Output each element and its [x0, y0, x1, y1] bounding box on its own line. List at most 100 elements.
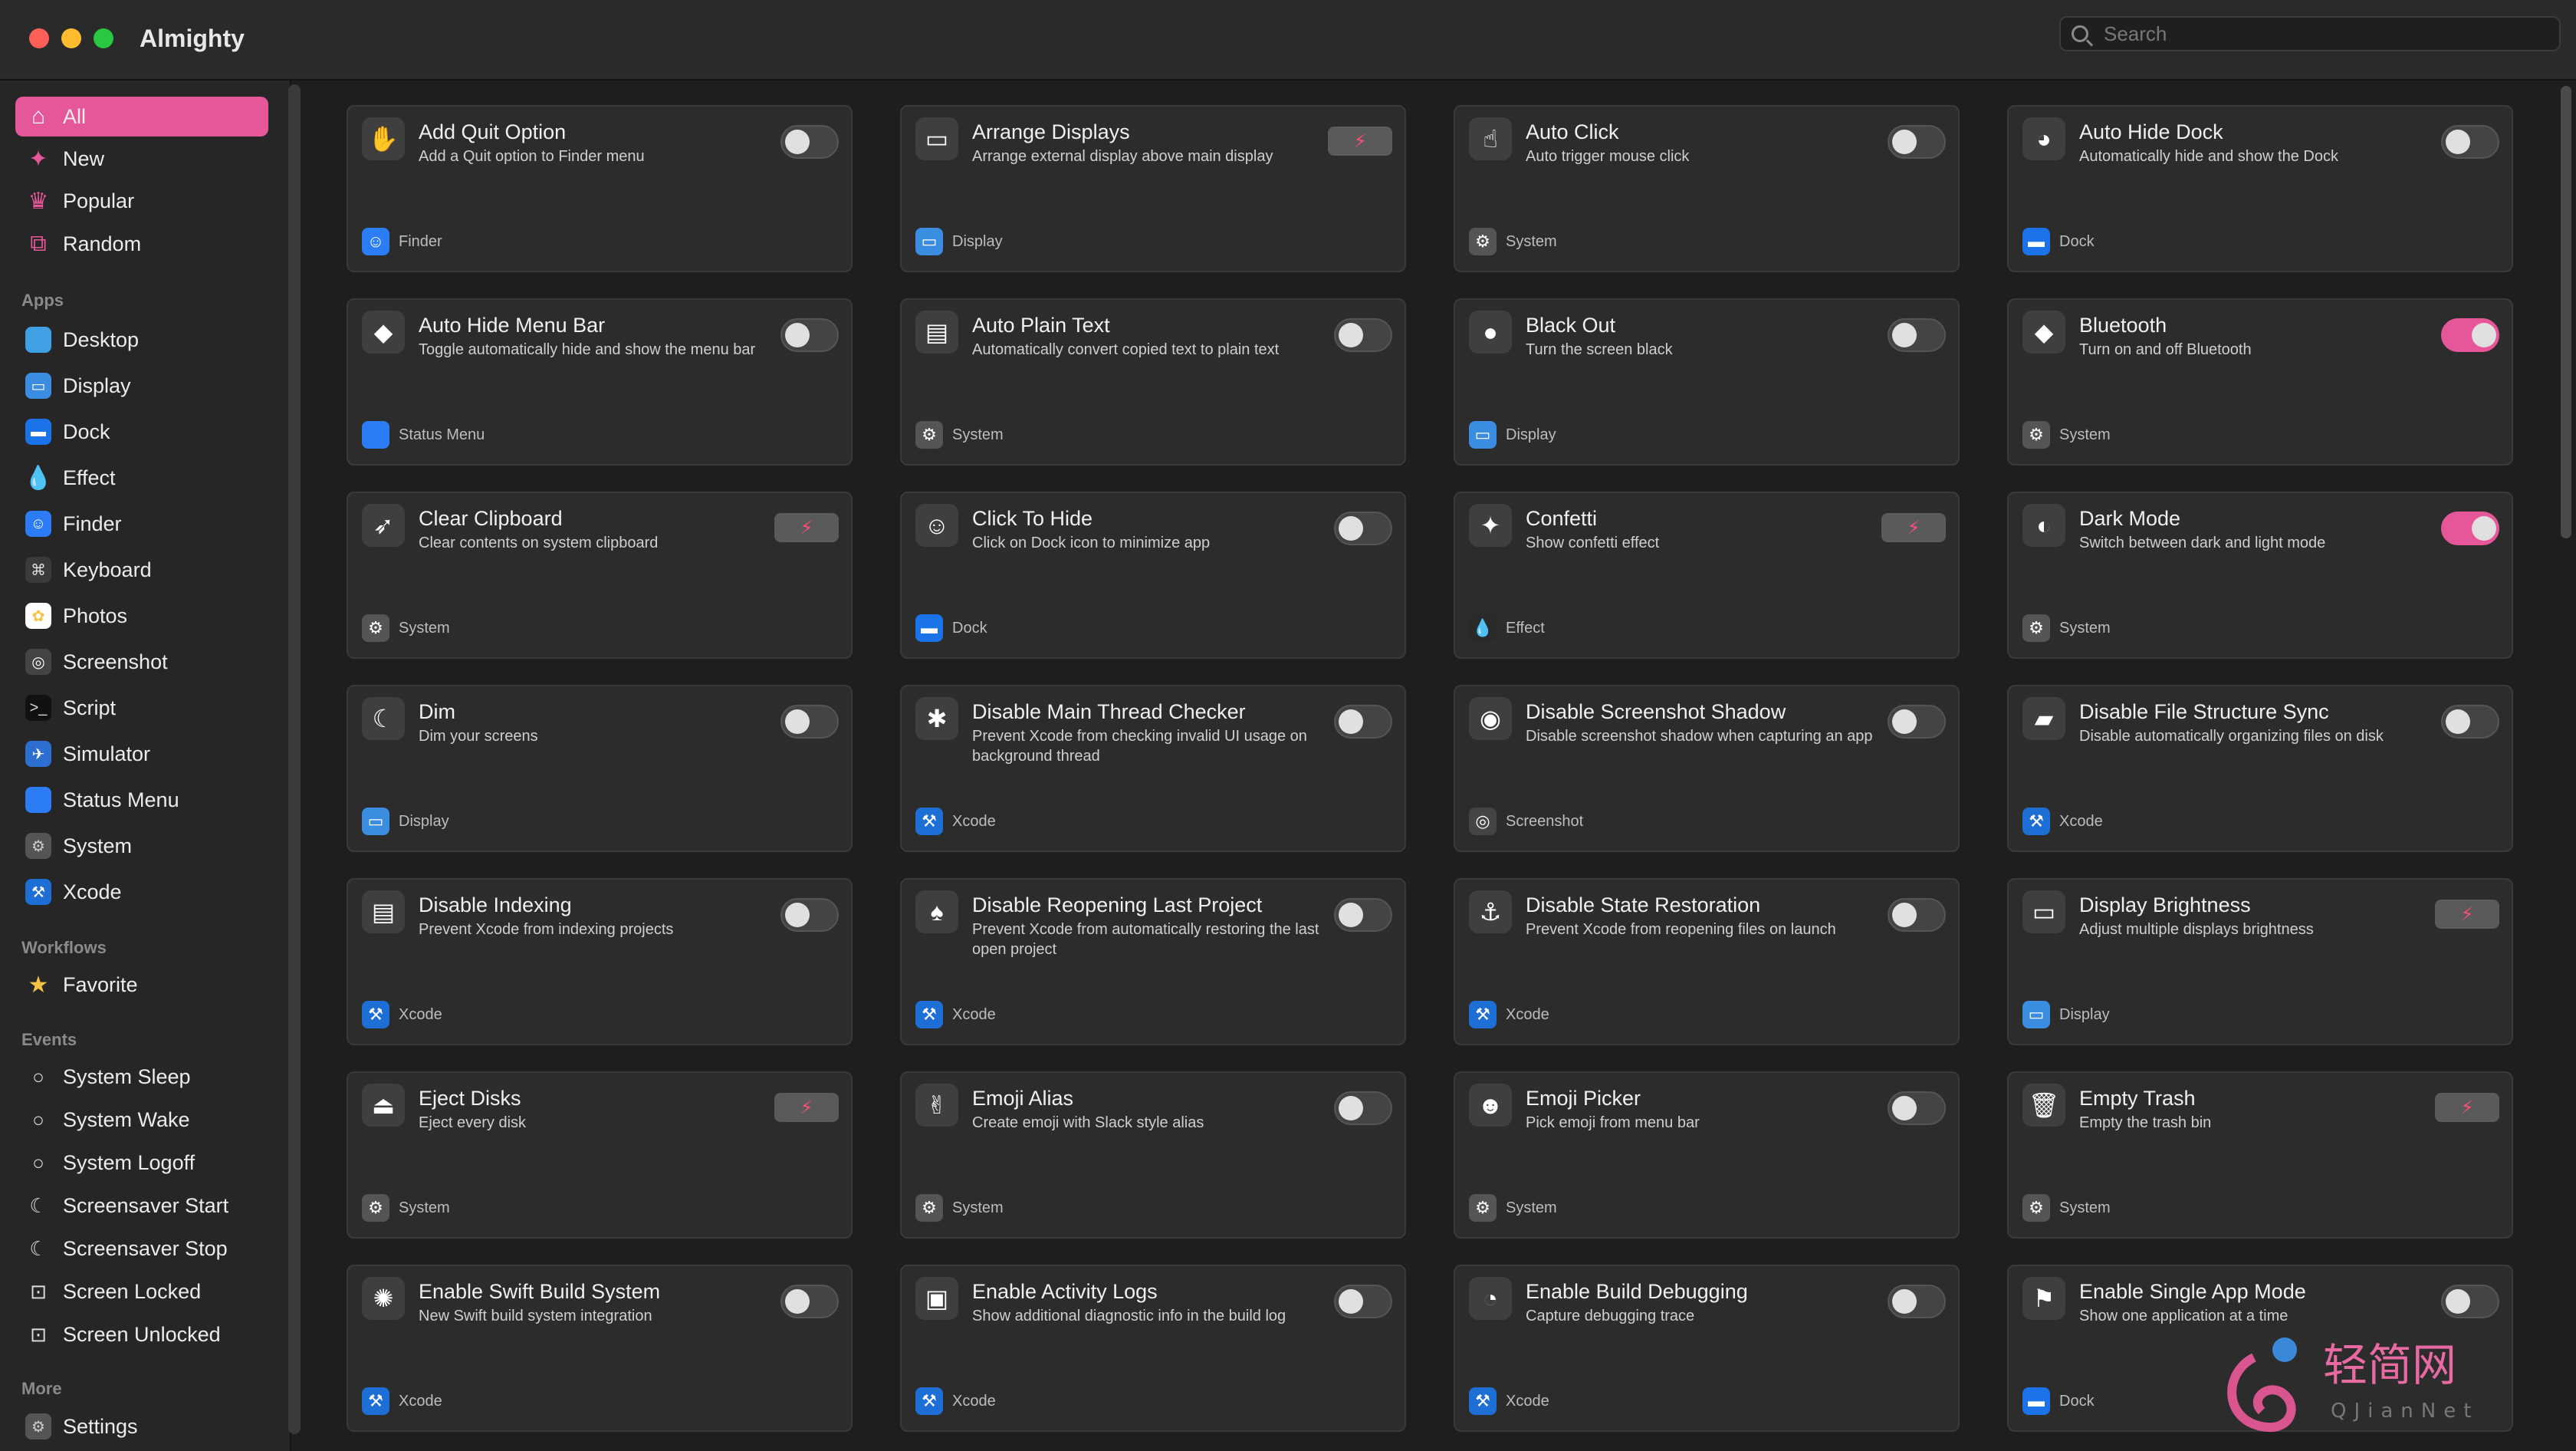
- feature-card-bluetooth[interactable]: ◆ Bluetooth Turn on and off Bluetooth ⚙ Syst…: [2007, 298, 2513, 466]
- feature-card-disable-reopening-last-project[interactable]: ♠ Disable Reopening Last Project Prevent X…: [900, 878, 1406, 1045]
- feature-card-disable-main-thread-checker[interactable]: ✱ Disable Main Thread Checker Prevent Xcod…: [900, 685, 1406, 852]
- feature-card-auto-hide-menu-bar[interactable]: ◆ Auto Hide Menu Bar Toggle automatically …: [347, 298, 853, 466]
- sidebar-item-screensaver-start[interactable]: ☾ Screensaver Start: [15, 1186, 268, 1226]
- sidebar-item-dock[interactable]: ▬ Dock: [15, 412, 268, 452]
- feature-title: Arrange Displays: [972, 120, 1130, 143]
- feature-description: Prevent Xcode from indexing projects: [419, 921, 674, 938]
- feature-toggle[interactable]: [1888, 318, 1946, 352]
- sidebar-item-new[interactable]: ✦ New: [15, 139, 268, 179]
- sidebar-item-popular[interactable]: ♛ Popular: [15, 181, 268, 221]
- feature-card-dark-mode[interactable]: ◐ Dark Mode Switch between dark and light …: [2007, 492, 2513, 659]
- feature-card-emoji-alias[interactable]: ✌ Emoji Alias Create emoji with Slack styl…: [900, 1071, 1406, 1239]
- close-window-button[interactable]: [29, 28, 49, 48]
- search-input[interactable]: [2102, 21, 2535, 47]
- content-scrollbar[interactable]: [2561, 86, 2571, 538]
- feature-toggle[interactable]: [1334, 1285, 1392, 1318]
- sidebar-item-xcode[interactable]: ⚒ Xcode: [15, 872, 268, 912]
- feature-card-add-quit-option[interactable]: ✋ Add Quit Option Add a Quit option to Fin…: [347, 105, 853, 272]
- sidebar-item-keyboard[interactable]: ⌘ Keyboard: [15, 550, 268, 590]
- emoji-icon: ☻: [1469, 1084, 1512, 1127]
- feature-card-disable-screenshot-shadow[interactable]: ◉ Disable Screenshot Shadow Disable screen…: [1454, 685, 1960, 852]
- feature-toggle[interactable]: [1334, 898, 1392, 932]
- feature-toggle[interactable]: [780, 898, 839, 932]
- sidebar-item-simulator[interactable]: ✈ Simulator: [15, 734, 268, 774]
- feature-card-emoji-picker[interactable]: ☻ Emoji Picker Pick emoji from menu bar ⚙ Sy…: [1454, 1071, 1960, 1239]
- title-bar: Almighty: [0, 0, 2576, 81]
- feature-card-disable-state-restoration[interactable]: ⚓ Disable State Restoration Prevent Xcode …: [1454, 878, 1960, 1045]
- feature-toggle[interactable]: [2441, 705, 2499, 739]
- feature-toggle[interactable]: [780, 705, 839, 739]
- shuffle-icon: ⧉: [30, 231, 47, 256]
- sidebar-item-display[interactable]: ▭ Display: [15, 366, 268, 406]
- category-label: System: [399, 619, 450, 637]
- feature-toggle[interactable]: [1888, 1285, 1946, 1318]
- feature-toggle[interactable]: [780, 318, 839, 352]
- mushroom-icon: ♠: [915, 890, 958, 933]
- feature-toggle[interactable]: [1334, 512, 1392, 545]
- sidebar-item-settings[interactable]: ⚙ Settings: [15, 1407, 268, 1446]
- sidebar-item-all[interactable]: ⌂ All: [15, 97, 268, 137]
- run-action-button[interactable]: ⚡: [2435, 1093, 2499, 1122]
- feature-toggle[interactable]: [2441, 512, 2499, 545]
- feature-card-eject-disks[interactable]: ⏏ Eject Disks Eject every disk ⚡ ⚙ System: [347, 1071, 853, 1239]
- feature-toggle[interactable]: [1888, 705, 1946, 739]
- sidebar-scrollbar[interactable]: [288, 84, 301, 1434]
- feature-card-click-to-hide[interactable]: ☺ Click To Hide Click on Dock icon to mini…: [900, 492, 1406, 659]
- sidebar-item-system-logoff[interactable]: ○ System Logoff: [15, 1143, 268, 1183]
- feature-toggle[interactable]: [1888, 898, 1946, 932]
- sidebar-item-screen-unlocked[interactable]: ⊡ Screen Unlocked: [15, 1314, 268, 1354]
- minimize-window-button[interactable]: [61, 28, 81, 48]
- sidebar-item-system-sleep[interactable]: ○ System Sleep: [15, 1057, 268, 1097]
- feature-description: New Swift build system integration: [419, 1308, 652, 1324]
- feature-card-auto-plain-text[interactable]: ▤ Auto Plain Text Automatically convert co…: [900, 298, 1406, 466]
- feature-card-enable-activity-logs[interactable]: ▣ Enable Activity Logs Show additional dia…: [900, 1265, 1406, 1432]
- feature-card-enable-swift-build-system[interactable]: ✺ Enable Swift Build System New Swift buil…: [347, 1265, 853, 1432]
- feature-card-confetti[interactable]: ✦ Confetti Show confetti effect ⚡ 💧 Effect: [1454, 492, 1960, 659]
- feature-toggle[interactable]: [1334, 705, 1392, 739]
- feature-toggle[interactable]: [1334, 318, 1392, 352]
- feature-toggle[interactable]: [2441, 318, 2499, 352]
- sidebar-item-screenshot[interactable]: ◎ Screenshot: [15, 642, 268, 682]
- sidebar-item-effect[interactable]: 💧 Effect: [15, 458, 268, 498]
- sidebar-item-screensaver-stop[interactable]: ☾ Screensaver Stop: [15, 1229, 268, 1268]
- sidebar-item-label: New: [63, 146, 105, 170]
- sidebar-item-screen-locked[interactable]: ⊡ Screen Locked: [15, 1272, 268, 1311]
- sidebar-item-photos[interactable]: ✿ Photos: [15, 596, 268, 636]
- sidebar-item-script[interactable]: >_ Script: [15, 688, 268, 728]
- sidebar-item-finder[interactable]: ☺ Finder: [15, 504, 268, 544]
- category-icon: ⚙: [2022, 1194, 2050, 1222]
- sidebar-item-random[interactable]: ⧉ Random: [15, 224, 268, 264]
- sidebar-item-system[interactable]: ⚙ System: [15, 826, 268, 866]
- run-action-button[interactable]: ⚡: [1328, 127, 1392, 156]
- feature-card-clear-clipboard[interactable]: ➶ Clear Clipboard Clear contents on system…: [347, 492, 853, 659]
- run-action-button[interactable]: ⚡: [774, 513, 839, 542]
- zoom-window-button[interactable]: [94, 28, 113, 48]
- feature-toggle[interactable]: [2441, 1285, 2499, 1318]
- feature-toggle[interactable]: [2441, 125, 2499, 159]
- feature-toggle[interactable]: [1334, 1091, 1392, 1125]
- feature-toggle[interactable]: [1888, 125, 1946, 159]
- feature-card-disable-file-structure-sync[interactable]: ▰ Disable File Structure Sync Disable auto…: [2007, 685, 2513, 852]
- run-action-button[interactable]: ⚡: [1881, 513, 1946, 542]
- sidebar-item-favorite[interactable]: ★ Favorite: [15, 965, 268, 1005]
- feature-card-auto-click[interactable]: ☝ Auto Click Auto trigger mouse click ⚙ Syst…: [1454, 105, 1960, 272]
- feature-card-dim[interactable]: ☾ Dim Dim your screens ▭ Display: [347, 685, 853, 852]
- sidebar-item-system-wake[interactable]: ○ System Wake: [15, 1100, 268, 1140]
- feature-toggle[interactable]: [1888, 1091, 1946, 1125]
- feature-card-auto-hide-dock[interactable]: ◕ Auto Hide Dock Automatically hide and sh…: [2007, 105, 2513, 272]
- apple-icon: [21, 783, 55, 817]
- run-action-button[interactable]: ⚡: [2435, 900, 2499, 929]
- feature-card-arrange-displays[interactable]: ▭ Arrange Displays Arrange external displa…: [900, 105, 1406, 272]
- feature-card-display-brightness[interactable]: ▭ Display Brightness Adjust multiple displ…: [2007, 878, 2513, 1045]
- feature-card-empty-trash[interactable]: 🗑 Empty Trash Empty the trash bin ⚡ ⚙ System: [2007, 1071, 2513, 1239]
- sidebar-item-status-menu[interactable]: Status Menu: [15, 780, 268, 820]
- run-action-button[interactable]: ⚡: [774, 1093, 839, 1122]
- watermark-logo: 轻简网 QJianNet: [2227, 1337, 2471, 1433]
- feature-toggle[interactable]: [780, 125, 839, 159]
- feature-card-disable-indexing[interactable]: ▤ Disable Indexing Prevent Xcode from inde…: [347, 878, 853, 1045]
- feature-toggle[interactable]: [780, 1285, 839, 1318]
- search-field[interactable]: [2059, 16, 2561, 51]
- feature-card-enable-build-debugging[interactable]: ◔ Enable Build Debugging Capture debugging…: [1454, 1265, 1960, 1432]
- sidebar-item-desktop[interactable]: Desktop: [15, 320, 268, 360]
- feature-card-black-out[interactable]: ● Black Out Turn the screen black ▭ Display: [1454, 298, 1960, 466]
